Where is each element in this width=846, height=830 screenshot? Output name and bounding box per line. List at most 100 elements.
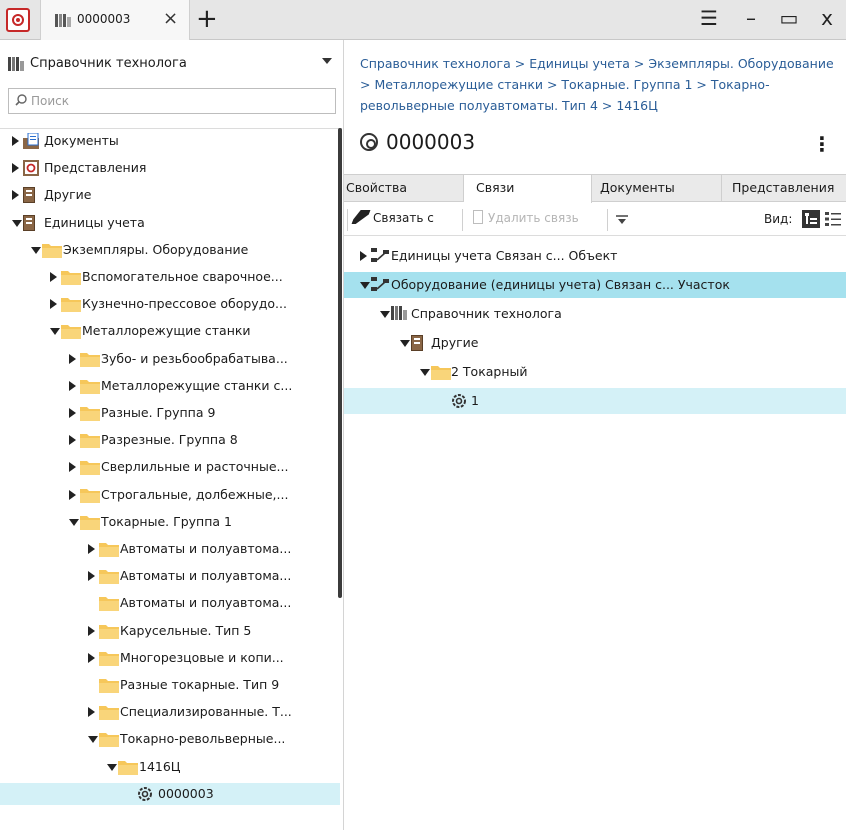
tree-item-label: Карусельные. Тип 5 <box>120 622 252 638</box>
chevron-right-icon[interactable] <box>50 299 57 310</box>
catalog-icon <box>8 57 24 71</box>
book-icon <box>23 214 35 234</box>
tree-item[interactable]: Автоматы и полуавтома... <box>0 538 340 560</box>
tree-item[interactable]: Вспомогательное сварочное... <box>0 266 340 288</box>
tree-item[interactable]: Специализированные. Т... <box>0 701 340 723</box>
menu-icon[interactable]: ☰ <box>694 6 724 30</box>
gear-icon <box>360 133 378 151</box>
chevron-right-icon[interactable] <box>88 707 95 718</box>
chevron-down-icon[interactable] <box>360 282 370 289</box>
minimize-button[interactable]: – <box>736 6 766 30</box>
tab-documents[interactable]: Документы <box>592 175 722 202</box>
new-tab-button[interactable]: + <box>196 4 218 34</box>
chevron-down-icon[interactable] <box>107 763 117 771</box>
tree-item[interactable]: Документы <box>0 130 340 152</box>
chevron-down-icon[interactable] <box>50 328 60 336</box>
relation-item[interactable]: Оборудование (единицы учета) Связан с...… <box>344 272 846 298</box>
page-title-text: 0000003 <box>386 130 476 154</box>
chevron-right-icon[interactable] <box>360 251 367 261</box>
chevron-right-icon[interactable] <box>12 136 19 146</box>
breadcrumb[interactable]: Справочник технолога > Единицы учета > Э… <box>360 53 840 116</box>
title-bar: 0000003 × + ☰ – ▭ x <box>0 0 846 40</box>
search-input[interactable] <box>29 92 329 110</box>
document-tab[interactable]: 0000003 × <box>40 0 190 40</box>
unlink-button[interactable]: Удалить связь <box>473 210 579 225</box>
tree-item[interactable]: Карусельные. Тип 5 <box>0 620 340 642</box>
chevron-down-icon[interactable] <box>69 518 79 526</box>
chevron-right-icon[interactable] <box>88 544 95 554</box>
tree-item-label: Токарно-револьверные... <box>120 731 286 747</box>
relation-item[interactable]: 1 <box>344 388 846 414</box>
folder-icon <box>80 514 100 533</box>
relation-item[interactable]: Единицы учета Связан с... Объект <box>344 243 846 269</box>
chevron-right-icon[interactable] <box>50 272 57 282</box>
tree-item[interactable]: Токарные. Группа 1 <box>0 511 340 533</box>
tree-item-label: Вспомогательное сварочное... <box>82 269 283 284</box>
relation-item[interactable]: Справочник технолога <box>344 301 846 327</box>
chevron-down-icon[interactable] <box>12 219 22 227</box>
tree-item[interactable]: Токарно-револьверные... <box>0 728 340 750</box>
folder-icon <box>61 323 81 342</box>
chevron-right-icon[interactable] <box>69 462 76 473</box>
tree-scrollbar[interactable] <box>338 128 342 598</box>
link-button[interactable]: Связать с <box>354 210 434 225</box>
list-view-icon[interactable] <box>825 211 841 227</box>
chevron-down-icon[interactable] <box>88 736 98 744</box>
more-menu-icon[interactable]: ⋮ <box>812 132 832 156</box>
tab-views[interactable]: Представления <box>722 175 846 202</box>
tab-links[interactable]: Связи <box>464 175 592 203</box>
book-icon <box>411 335 423 354</box>
chevron-down-icon[interactable] <box>380 311 390 318</box>
chevron-right-icon[interactable] <box>69 408 76 418</box>
tab-properties[interactable]: Свойства <box>344 175 464 202</box>
chevron-down-icon[interactable] <box>420 369 430 376</box>
chevron-right-icon[interactable] <box>69 435 76 446</box>
tree-item[interactable]: 0000003 <box>0 782 340 805</box>
tree-item-label: Разные. Группа 9 <box>101 405 216 420</box>
tree-item[interactable]: Металлорежущие станки <box>0 320 340 342</box>
chevron-right-icon[interactable] <box>88 571 95 582</box>
left-panel: Справочник технолога Документы Представле… <box>0 40 344 830</box>
folder-icon <box>99 541 119 560</box>
search-box[interactable] <box>8 88 336 114</box>
chevron-right-icon[interactable] <box>88 625 95 636</box>
relation-item[interactable]: Другие <box>344 330 846 356</box>
tree-item[interactable]: Экземпляры. Оборудование <box>0 239 340 261</box>
filter-icon[interactable] <box>616 212 628 225</box>
chevron-right-icon[interactable] <box>12 190 19 201</box>
tree-item[interactable]: Зубо- и резьбообрабатыва... <box>0 348 340 370</box>
chevron-right-icon[interactable] <box>88 652 95 663</box>
maximize-button[interactable]: ▭ <box>774 6 804 30</box>
tree-item[interactable]: Многорезцовые и копи... <box>0 647 340 669</box>
catalog-selector[interactable]: Справочник технолога <box>8 54 338 76</box>
tree-item[interactable]: Автоматы и полуавтома... <box>0 565 340 587</box>
tab-close-icon[interactable]: × <box>163 8 178 29</box>
gear-icon <box>451 393 467 412</box>
chevron-down-icon[interactable] <box>400 340 410 347</box>
chevron-right-icon[interactable] <box>69 380 76 391</box>
chevron-right-icon[interactable] <box>69 489 76 500</box>
chevron-down-icon[interactable] <box>31 246 41 254</box>
chevron-right-icon[interactable] <box>12 163 19 174</box>
tree-item[interactable]: 1416Ц <box>0 756 340 778</box>
tree-item[interactable]: Единицы учета <box>0 212 340 234</box>
catalog-icon <box>55 14 71 27</box>
tree-view-icon[interactable] <box>802 210 820 228</box>
tree-item[interactable]: Представления <box>0 157 340 179</box>
tree-item[interactable]: Разные. Группа 9 <box>0 402 340 424</box>
close-button[interactable]: x <box>812 6 842 30</box>
tree-item[interactable]: Сверлильные и расточные... <box>0 456 340 478</box>
app-logo-icon[interactable] <box>6 8 30 32</box>
relation-item[interactable]: 2 Токарный <box>344 359 846 385</box>
chevron-right-icon[interactable] <box>69 353 76 364</box>
tree-item[interactable]: Разные токарные. Тип 9 <box>0 674 340 696</box>
tree-item[interactable]: Строгальные, долбежные,... <box>0 484 340 506</box>
tree-item[interactable]: Металлорежущие станки с... <box>0 375 340 397</box>
tree-item[interactable]: Другие <box>0 184 340 206</box>
book-icon <box>23 187 35 206</box>
toolbar: Связать с Удалить связь Вид: <box>344 203 846 236</box>
tree-item[interactable]: Кузнечно-прессовое оборудо... <box>0 293 340 315</box>
tree-item[interactable]: Автоматы и полуавтома... <box>0 592 340 614</box>
tree-item[interactable]: Разрезные. Группа 8 <box>0 429 340 451</box>
tree-item-label: Зубо- и резьбообрабатыва... <box>101 350 288 366</box>
